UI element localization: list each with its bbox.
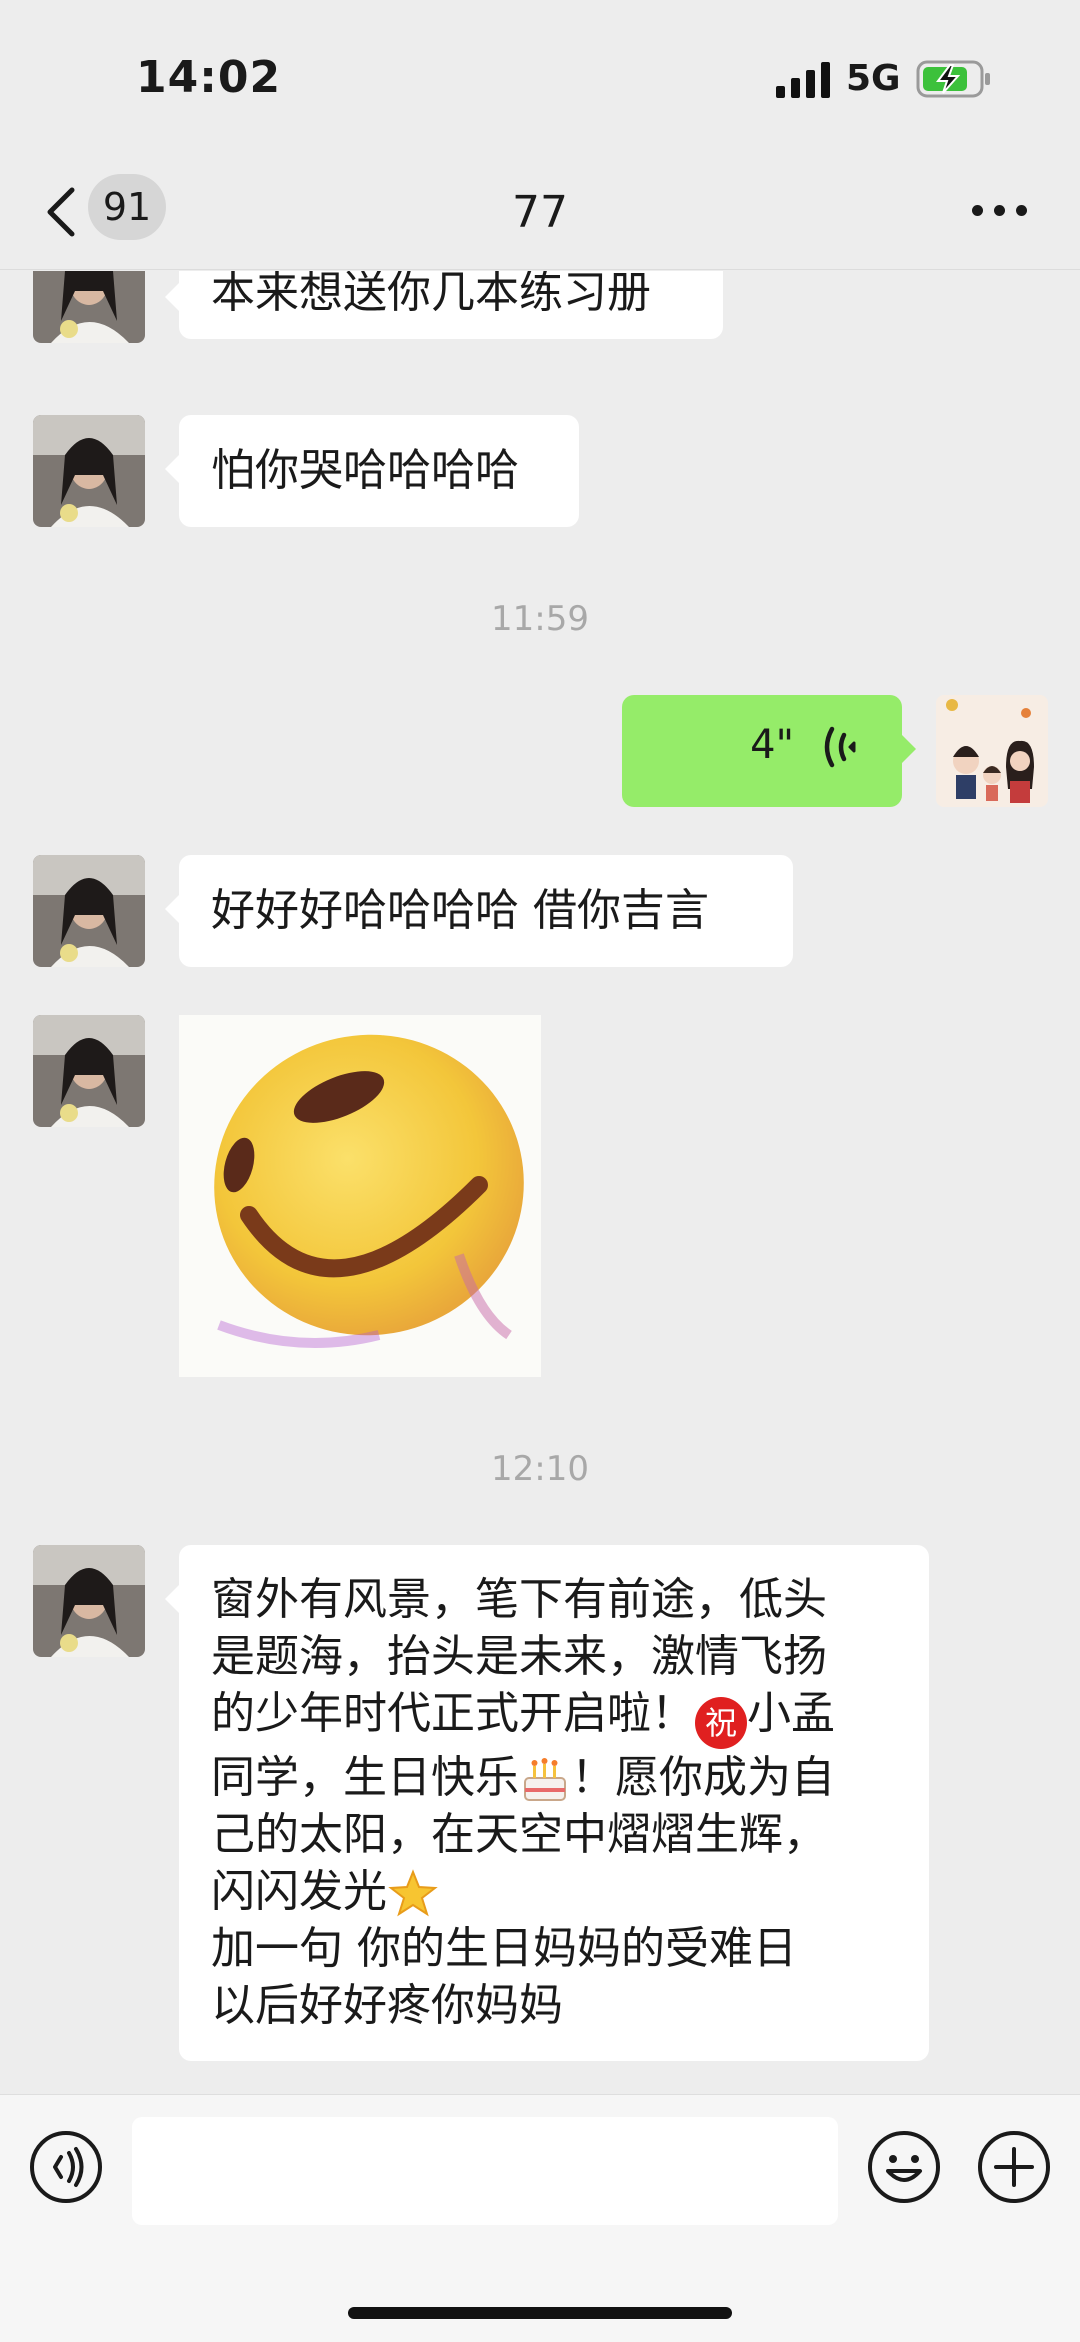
message-text: 怕你哭哈哈哈哈 <box>211 445 519 496</box>
network-type: 5G <box>846 58 901 99</box>
message-text: 本来想送你几本练习册 <box>211 271 651 318</box>
incoming-message-bubble[interactable]: 窗外有风景，笔下有前途，低头 是题海，抬头是未来，激情飞扬 的少年时代正式开启啦… <box>165 1545 929 2061</box>
contact-avatar[interactable] <box>33 1015 145 1127</box>
message-list[interactable]: 本来想送你几本练习册 怕你哭哈哈哈哈 11:59 4" 好好好哈哈哈哈 借你吉言… <box>0 271 1080 2093</box>
message-timestamp: 11:59 <box>491 599 589 639</box>
add-attachment-icon[interactable] <box>976 2129 1052 2205</box>
incoming-message-bubble[interactable]: 本来想送你几本练习册 <box>165 271 723 339</box>
home-indicator[interactable] <box>348 2307 732 2319</box>
message-input[interactable] <box>132 2117 838 2225</box>
outgoing-voice-message-bubble[interactable]: 4" <box>622 695 916 807</box>
contact-avatar[interactable] <box>33 1545 145 1657</box>
voice-wave-icon <box>824 726 856 768</box>
unread-count-badge[interactable]: 91 <box>88 174 166 240</box>
battery-charging-icon <box>916 60 990 98</box>
emoji-icon[interactable] <box>866 2129 942 2205</box>
signal-icon <box>776 62 830 98</box>
incoming-message-bubble[interactable]: 怕你哭哈哈哈哈 <box>165 415 579 527</box>
message-text: 好好好哈哈哈哈 借你吉言 <box>211 885 709 936</box>
message-line: 加一句 你的生日妈妈的受难日 <box>211 1923 797 1974</box>
message-line: 窗外有风景，笔下有前途，低头 <box>211 1574 827 1625</box>
chat-title[interactable]: 77 <box>340 178 740 248</box>
message-line: 是题海，抬头是未来，激情飞扬 <box>211 1631 827 1682</box>
back-chevron-icon[interactable] <box>40 182 80 242</box>
status-bar: 14:02 5G <box>0 0 1080 160</box>
contact-avatar[interactable] <box>33 271 145 343</box>
glowing-star-icon <box>388 1869 438 1917</box>
congratulation-emoji-icon: 祝 <box>695 1697 747 1749</box>
status-time: 14:02 <box>136 52 282 103</box>
contact-avatar[interactable] <box>33 415 145 527</box>
birthday-cake-icon <box>524 1758 566 1801</box>
contact-avatar[interactable] <box>33 855 145 967</box>
voice-duration: 4" <box>750 722 794 768</box>
message-line: 以后好好疼你妈妈 <box>211 1980 563 2031</box>
message-line: 闪闪发光 <box>211 1863 897 1920</box>
message-timestamp: 12:10 <box>491 1449 589 1489</box>
input-bar <box>0 2094 1080 2342</box>
laughing-smiley-sticker[interactable] <box>179 1015 541 1377</box>
incoming-message-bubble[interactable]: 好好好哈哈哈哈 借你吉言 <box>165 855 793 967</box>
message-line: 的少年时代正式开启啦！祝小孟 <box>211 1685 897 1749</box>
message-line: 己的太阳，在天空中熠熠生辉， <box>211 1809 827 1860</box>
chat-header: 91 77 <box>0 160 1080 270</box>
message-line: 同学，生日快乐 ！愿你成为自 <box>211 1749 897 1806</box>
more-options-icon[interactable] <box>972 196 1028 226</box>
my-avatar[interactable] <box>936 695 1048 807</box>
voice-input-toggle-icon[interactable] <box>28 2129 104 2205</box>
